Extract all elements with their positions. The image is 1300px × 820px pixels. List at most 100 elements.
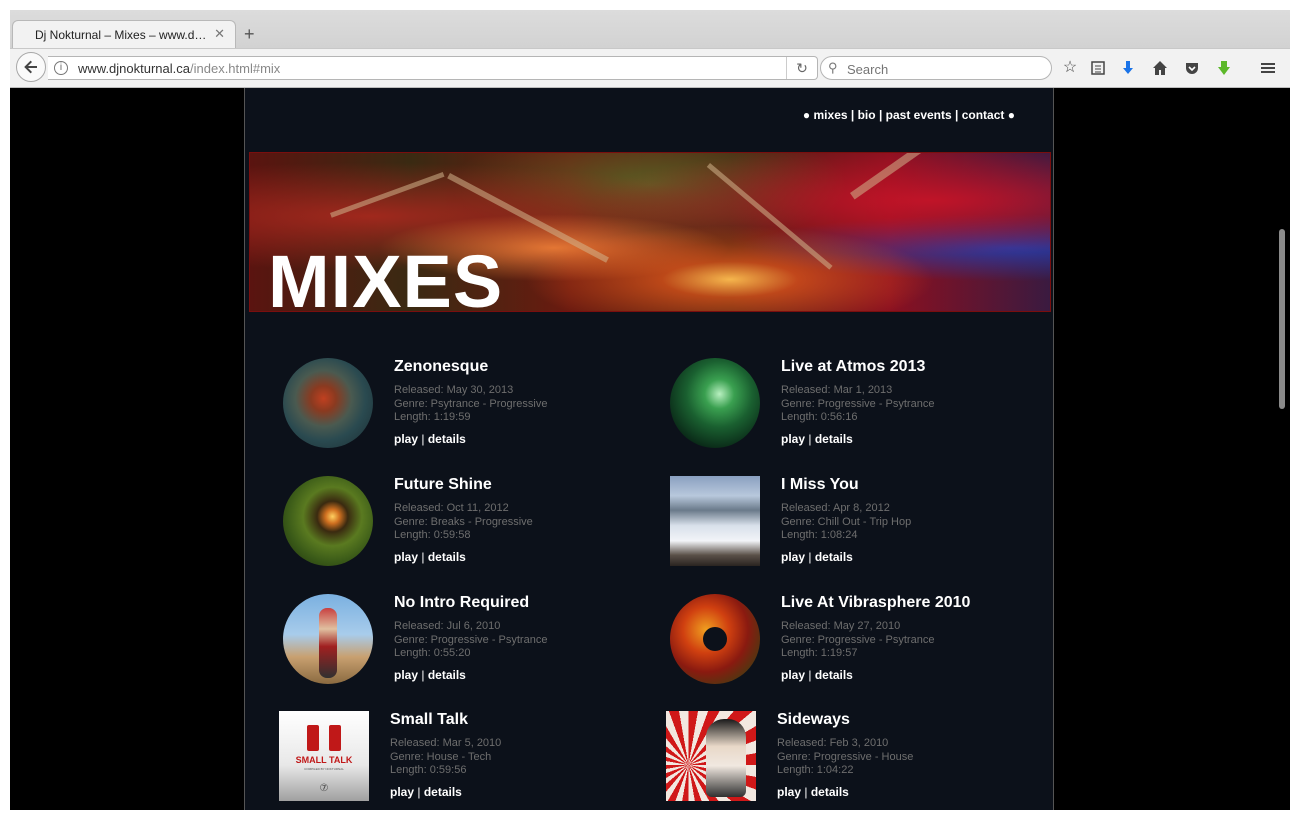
banner-title: MIXES <box>268 240 504 312</box>
details-link[interactable]: details <box>815 550 853 564</box>
new-tab-button[interactable]: + <box>244 24 255 45</box>
mix-item: I Miss You Released: Apr 8, 2012 Genre: … <box>670 476 1030 576</box>
mix-released: Released: Jul 6, 2010 <box>394 620 501 632</box>
play-link[interactable]: play <box>777 785 801 799</box>
search-icon: ⚲ <box>828 60 838 75</box>
mix-item: Zenonesque Released: May 30, 2013 Genre:… <box>283 358 643 458</box>
url-path: /index.html#mix <box>190 61 281 76</box>
mix-links: play | details <box>390 785 462 799</box>
small-talk-logo: ⑦ <box>319 783 329 794</box>
page-content: ● mixes | bio | past events | contact ● … <box>244 88 1054 810</box>
mix-artwork[interactable] <box>670 476 760 566</box>
mix-genre: Genre: Progressive - Psytrance <box>781 397 935 410</box>
back-button[interactable] <box>16 52 46 82</box>
home-icon[interactable] <box>1150 58 1170 78</box>
nav-link-contact[interactable]: contact <box>962 108 1005 122</box>
address-bar[interactable]: i www.djnokturnal.ca/index.html#mix ↻ <box>48 56 818 80</box>
pocket-icon[interactable] <box>1182 58 1202 78</box>
mix-genre: Genre: Progressive - Psytrance <box>394 633 548 646</box>
search-bar[interactable]: ⚲ <box>820 56 1052 80</box>
mixes-banner: MIXES <box>249 152 1051 312</box>
url-text[interactable]: www.djnokturnal.ca/index.html#mix <box>78 61 280 76</box>
reload-icon[interactable]: ↻ <box>786 57 817 79</box>
nav-link-past-events[interactable]: past events <box>886 108 952 122</box>
play-link[interactable]: play <box>394 550 418 564</box>
link-separator: | <box>421 432 425 446</box>
play-link[interactable]: play <box>781 550 805 564</box>
nav-separator: | <box>878 108 883 122</box>
mix-meta: Released: May 27, 2010 Genre: Progressiv… <box>781 620 934 661</box>
mix-links: play | details <box>394 432 466 446</box>
mix-artwork[interactable] <box>283 476 373 566</box>
nav-link-bio[interactable]: bio <box>858 108 876 122</box>
mix-released: Released: Mar 1, 2013 <box>781 384 893 396</box>
mix-released: Released: May 30, 2013 <box>394 384 514 396</box>
tab-title: Dj Nokturnal – Mixes – www.d… <box>35 28 205 42</box>
mix-title[interactable]: Live at Atmos 2013 <box>781 358 925 376</box>
mix-title[interactable]: Small Talk <box>390 711 468 729</box>
mix-released: Released: Oct 11, 2012 <box>394 502 509 514</box>
nav-bullet-right: ● <box>1007 108 1015 122</box>
mix-meta: Released: Jul 6, 2010 Genre: Progressive… <box>394 620 547 661</box>
mix-item: Live at Atmos 2013 Released: Mar 1, 2013… <box>670 358 1030 458</box>
mix-meta: Released: Feb 3, 2010 Genre: Progressive… <box>777 737 913 778</box>
mix-title[interactable]: I Miss You <box>781 476 859 494</box>
mix-item: Live At Vibrasphere 2010 Released: May 2… <box>670 594 1030 694</box>
mix-links: play | details <box>781 432 853 446</box>
mix-title[interactable]: Live At Vibrasphere 2010 <box>781 594 970 612</box>
mix-length: Length: 1:19:59 <box>394 411 471 423</box>
close-tab-icon[interactable]: ✕ <box>214 26 225 42</box>
details-link[interactable]: details <box>428 668 466 682</box>
mix-length: Length: 0:55:20 <box>394 647 471 659</box>
mix-artwork[interactable] <box>670 594 760 684</box>
mix-artwork[interactable] <box>666 711 756 801</box>
mix-meta: Released: Mar 1, 2013 Genre: Progressive… <box>781 384 934 425</box>
play-link[interactable]: play <box>394 668 418 682</box>
search-input[interactable] <box>845 59 1039 79</box>
mix-meta: Released: Mar 5, 2010 Genre: House - Tec… <box>390 737 501 778</box>
details-link[interactable]: details <box>428 550 466 564</box>
mix-links: play | details <box>781 668 853 682</box>
mix-artwork[interactable] <box>283 594 373 684</box>
small-talk-art-subtitle: COMPILED BY NOKTURNAL <box>304 767 344 771</box>
menu-icon[interactable] <box>1258 58 1278 78</box>
mix-title[interactable]: Sideways <box>777 711 850 729</box>
play-link[interactable]: play <box>394 432 418 446</box>
back-arrow-icon <box>24 60 37 74</box>
mix-title[interactable]: No Intro Required <box>394 594 529 612</box>
downloads-icon[interactable] <box>1118 58 1138 78</box>
play-link[interactable]: play <box>781 668 805 682</box>
mix-meta: Released: Oct 11, 2012 Genre: Breaks - P… <box>394 502 533 543</box>
download-helper-icon[interactable] <box>1214 58 1234 78</box>
details-link[interactable]: details <box>815 432 853 446</box>
mix-artwork[interactable] <box>283 358 373 448</box>
link-separator: | <box>808 550 812 564</box>
mix-title[interactable]: Future Shine <box>394 476 492 494</box>
url-domain: www.djnokturnal.ca <box>78 61 190 76</box>
nav-separator: | <box>955 108 959 122</box>
mix-genre: Genre: Breaks - Progressive <box>394 515 533 528</box>
mix-artwork[interactable] <box>670 358 760 448</box>
details-link[interactable]: details <box>428 432 466 446</box>
scrollbar-thumb[interactable] <box>1279 229 1285 409</box>
mix-released: Released: Mar 5, 2010 <box>390 737 502 749</box>
tab-strip: Dj Nokturnal – Mixes – www.d… ✕ + <box>10 10 1290 48</box>
browser-tab[interactable]: Dj Nokturnal – Mixes – www.d… ✕ <box>12 20 236 48</box>
info-icon[interactable]: i <box>54 61 68 75</box>
details-link[interactable]: details <box>811 785 849 799</box>
mix-title[interactable]: Zenonesque <box>394 358 488 376</box>
nav-bullet-left: ● <box>802 108 811 122</box>
bookmarks-list-icon[interactable] <box>1088 58 1108 78</box>
nav-link-mixes[interactable]: mixes <box>814 108 848 122</box>
link-separator: | <box>417 785 421 799</box>
details-link[interactable]: details <box>815 668 853 682</box>
mix-length: Length: 1:08:24 <box>781 529 858 541</box>
vertical-scrollbar[interactable] <box>1274 88 1290 810</box>
mix-artwork[interactable]: SMALL TALK COMPILED BY NOKTURNAL ⑦ <box>279 711 369 801</box>
page-viewport: ● mixes | bio | past events | contact ● … <box>10 88 1290 810</box>
details-link[interactable]: details <box>424 785 462 799</box>
bookmark-star-icon[interactable]: ☆ <box>1060 58 1080 78</box>
link-separator: | <box>421 668 425 682</box>
play-link[interactable]: play <box>390 785 414 799</box>
play-link[interactable]: play <box>781 432 805 446</box>
